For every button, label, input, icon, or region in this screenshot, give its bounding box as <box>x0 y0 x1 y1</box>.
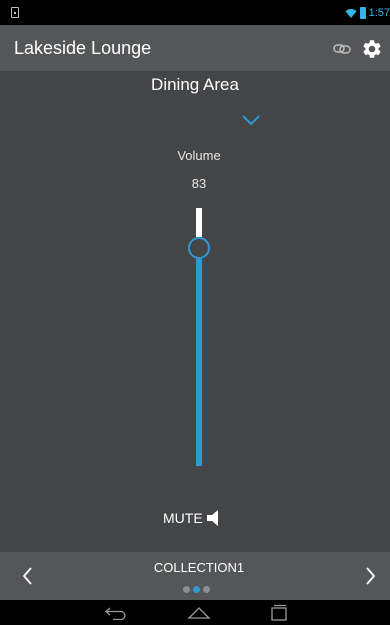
volume-slider[interactable] <box>186 208 212 466</box>
action-bar: Lakeside Lounge <box>0 25 390 71</box>
collection-bar: COLLECTION1 <box>0 552 390 600</box>
chevron-down-icon[interactable] <box>241 113 261 127</box>
mute-label: MUTE <box>163 510 203 526</box>
slider-track-filled[interactable] <box>196 259 202 466</box>
status-icons: 1:57 <box>345 5 390 20</box>
system-nav-bar <box>0 600 390 625</box>
battery-icon <box>359 6 366 19</box>
collection-name: COLLECTION1 <box>153 560 245 575</box>
app-title: Lakeside Lounge <box>14 38 152 58</box>
recents-icon[interactable] <box>269 604 289 621</box>
zone-name: Dining Area <box>151 75 239 94</box>
slider-track-remaining[interactable] <box>196 208 202 237</box>
chevron-right-icon[interactable] <box>358 564 382 588</box>
status-bar: 1:57 <box>0 0 390 25</box>
app-screen: Lakeside Lounge Dining Area Volume 83 MU… <box>0 25 390 600</box>
page-dot <box>203 586 210 593</box>
link-icon[interactable] <box>333 42 351 56</box>
volume-label: Volume <box>177 148 221 163</box>
clock: 1:57 <box>368 6 390 19</box>
back-icon[interactable] <box>104 605 128 620</box>
mute-button[interactable]: MUTE <box>163 506 225 530</box>
wifi-icon <box>345 8 357 18</box>
page-dot <box>183 586 190 593</box>
home-icon[interactable] <box>187 605 211 620</box>
volume-value: 83 <box>191 176 207 191</box>
page-indicator <box>183 586 210 593</box>
notification-icon <box>11 7 19 18</box>
page-dot-active <box>193 586 200 593</box>
speaker-icon <box>206 510 218 526</box>
slider-thumb[interactable] <box>188 237 210 259</box>
gear-icon[interactable] <box>361 38 383 60</box>
